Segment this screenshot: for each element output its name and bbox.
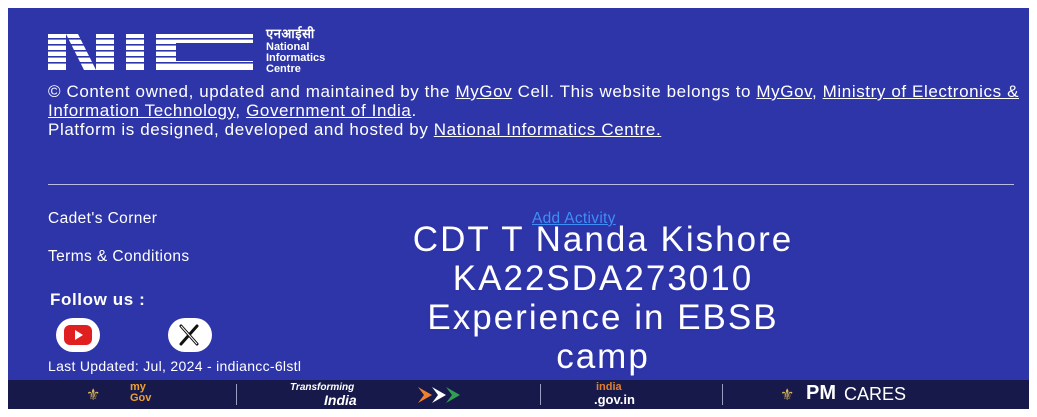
follow-us-label: Follow us : <box>50 290 146 309</box>
ownership-text-part: . <box>411 101 417 120</box>
ownership-text-part: Cell. This website belongs to <box>512 82 757 101</box>
ownership-text: © Content owned, updated and maintained … <box>48 82 1023 139</box>
partner-logos-bar: ⚜ my Gov Transforming India india .gov.i… <box>8 380 1029 409</box>
youtube-icon <box>64 325 92 345</box>
ownership-text-part: © Content owned, updated and maintained … <box>48 82 456 101</box>
terms-conditions-link[interactable]: Terms & Conditions <box>48 248 190 266</box>
hosting-text: Platform is designed, developed and host… <box>48 120 434 139</box>
mygov-cell-link[interactable]: MyGov <box>455 82 512 101</box>
ownership-text-part: , <box>235 101 247 120</box>
pm-cares-logo-cares[interactable]: CARES <box>844 384 906 405</box>
nic-hindi-text: एनआईसी <box>266 26 315 41</box>
pm-cares-logo-pm[interactable]: PM <box>806 382 836 405</box>
ownership-text-part: , <box>811 82 823 101</box>
mygov-logo[interactable]: my Gov <box>130 382 170 404</box>
arrows-icon <box>418 387 460 403</box>
overlay-line-experience: Experience in EBSB <box>427 298 779 337</box>
separator <box>236 384 237 405</box>
separator <box>722 384 723 405</box>
government-of-india-link[interactable]: Government of India <box>246 101 411 120</box>
overlay-line-name: CDT T Nanda Kishore <box>412 220 794 259</box>
nic-link[interactable]: National Informatics Centre. <box>434 120 662 139</box>
separator <box>540 384 541 405</box>
footer-panel: एनआईसी National Informatics Centre © Con… <box>8 8 1029 409</box>
emblem-icon: ⚜ <box>86 387 101 404</box>
overlay-line-id: KA22SDA273010 <box>452 259 754 298</box>
nic-logo[interactable]: एनआईसी National Informatics Centre <box>48 26 408 78</box>
emblem-icon: ⚜ <box>780 387 795 404</box>
cadets-corner-link[interactable]: Cadet's Corner <box>48 210 157 228</box>
overlay-caption: CDT T Nanda Kishore KA22SDA273010 Experi… <box>203 220 1003 376</box>
transforming-india-logo-bottom[interactable]: India <box>324 392 357 408</box>
overlay-line-camp: camp <box>556 337 650 376</box>
mygov-link[interactable]: MyGov <box>756 82 812 101</box>
nic-letters-graphic <box>48 34 253 70</box>
nic-name-line: Centre <box>266 63 301 75</box>
footer-divider <box>48 184 1014 185</box>
youtube-button[interactable] <box>56 318 100 352</box>
india-gov-logo-bottom[interactable]: .gov.in <box>594 392 635 407</box>
